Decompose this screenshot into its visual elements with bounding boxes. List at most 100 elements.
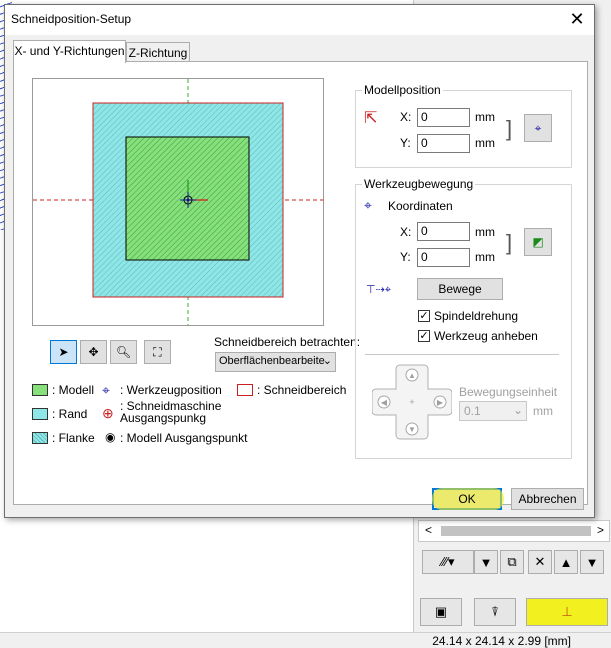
move-button[interactable]: Bewege: [417, 278, 503, 300]
filter-button[interactable]: ▼: [474, 550, 498, 574]
horizontal-scrollbar[interactable]: < >: [418, 520, 610, 542]
legend-tool-position-label: : Werkzeugposition: [120, 383, 222, 397]
view-area-select[interactable]: Oberflächenbearbeite ⌄: [215, 352, 336, 372]
spindle-rotation-label: Spindeldrehung: [434, 309, 519, 323]
tool-movement-label: Werkzeugbewegung: [362, 177, 476, 191]
set-tool-position-button[interactable]: ◩: [524, 228, 552, 256]
arrow-down-icon: ▼: [585, 554, 599, 570]
title-bar: Schneidposition-Setup ✕: [5, 5, 594, 35]
filter-icon: ▼: [479, 554, 493, 570]
zoom-icon: 🔍︎: [115, 345, 132, 359]
svg-text:▶: ▶: [437, 398, 444, 407]
tool-y-label: Y:: [400, 250, 411, 264]
cancel-button[interactable]: Abbrechen: [511, 488, 584, 510]
model-x-input[interactable]: 0: [417, 108, 470, 127]
tool-y-value: 0: [421, 250, 428, 264]
legend-model-swatch: [32, 384, 48, 396]
chevron-down-icon: ⌄: [322, 355, 332, 367]
copy-button[interactable]: ⧉: [500, 550, 524, 574]
coordinates-label: Koordinaten: [388, 199, 453, 213]
move-unit-mm: mm: [533, 404, 553, 418]
bracket-icon: ]: [506, 230, 513, 255]
tab-xy-directions[interactable]: X- und Y-Richtungen: [13, 40, 126, 63]
bracket-icon: ]: [506, 116, 513, 141]
scroll-thumb[interactable]: [441, 526, 591, 536]
view-area-value: Oberflächenbearbeite: [219, 355, 325, 367]
raise-tool-checkbox[interactable]: ✓: [418, 330, 430, 342]
legend-flank-swatch: [32, 432, 48, 444]
legend-cut-area-label: : Schneidbereich: [257, 383, 347, 397]
crosshair-arrow-icon: ⌖: [534, 120, 542, 135]
jog-direction-pad[interactable]: ▲ ▼ ◀ ▶ +: [372, 363, 452, 441]
hatch-tool-icon: ⁄⁄⁄▾: [441, 554, 455, 569]
model-y-label: Y:: [400, 136, 411, 150]
copy-icon: ⧉: [507, 554, 517, 569]
tool-y-input[interactable]: 0: [417, 248, 470, 267]
arrow-up-icon: ▲: [559, 554, 573, 570]
tool-search-button[interactable]: ⍒: [474, 598, 516, 626]
fit-icon: ⛶: [153, 344, 162, 359]
legend-flank-label: : Flanke: [52, 431, 95, 445]
tab-z-direction[interactable]: Z-Richtung: [126, 42, 190, 63]
tool-search-icon: ⍒: [491, 604, 499, 619]
tab-label: Z-Richtung: [128, 46, 188, 60]
cursor-icon: ➤: [58, 345, 69, 359]
scroll-left-icon[interactable]: <: [425, 523, 432, 537]
tool-x-label: X:: [400, 225, 412, 239]
legend-cut-area-swatch: [237, 384, 253, 396]
panel-button[interactable]: ▣: [420, 598, 462, 626]
move-unit-value: 0.1: [464, 404, 481, 418]
dialog-title: Schneidposition-Setup: [11, 12, 132, 26]
checkmark-icon: ✓: [419, 310, 429, 322]
view-area-label: Schneidbereich betrachten:: [214, 335, 361, 349]
pan-tool-button[interactable]: ✥: [80, 340, 107, 364]
zoom-tool-button[interactable]: 🔍︎: [110, 340, 137, 364]
legend-edge-swatch: [32, 408, 48, 420]
move-unit-label: Bewegungseinheit: [459, 385, 558, 399]
spindle-rotation-checkbox[interactable]: ✓: [418, 310, 430, 322]
ok-button[interactable]: OK: [432, 488, 504, 510]
move-down-button[interactable]: ▼: [580, 550, 604, 574]
legend-model-origin-label: : Modell Ausgangspunkt: [120, 431, 248, 445]
panel-icon: ▣: [434, 604, 448, 619]
model-y-input[interactable]: 0: [417, 134, 470, 153]
fit-view-button[interactable]: ⛶: [144, 340, 171, 364]
tab-label: X- und Y-Richtungen: [14, 44, 125, 58]
chevron-down-icon: ⌄: [512, 403, 523, 417]
set-model-position-button[interactable]: ⌖: [524, 114, 552, 142]
svg-text:▲: ▲: [408, 371, 416, 380]
cut-position-button[interactable]: ⊥: [526, 598, 608, 626]
cancel-label: Abbrechen: [518, 492, 577, 506]
model-position-label: Modellposition: [362, 83, 443, 97]
tool-position-icon: ⌖: [102, 382, 110, 398]
move-unit-select[interactable]: 0.1 ⌄: [459, 401, 527, 421]
delete-button[interactable]: ✕: [528, 550, 552, 574]
move-button-label: Bewege: [438, 282, 482, 296]
divider: [365, 354, 559, 355]
tool-x-input[interactable]: 0: [417, 222, 470, 241]
model-x-value: 0: [421, 110, 428, 124]
legend-machine-origin-label: : Schneidmaschine Ausgangspunkg: [120, 399, 222, 425]
cut-area-preview: [32, 78, 324, 326]
close-icon: ✕: [534, 554, 546, 569]
model-origin-axes-icon: ⇱: [364, 110, 378, 127]
legend-model-label: : Modell: [52, 383, 95, 397]
tab-panel: ➤ ✥ 🔍︎ ⛶ Schneidbereich betrachten: Ober…: [13, 61, 588, 505]
coordinates-icon: ⌖: [364, 197, 372, 213]
target-arrow-icon: ◩: [532, 235, 544, 249]
scroll-right-icon[interactable]: >: [597, 523, 604, 537]
status-bar: 24.14 x 24.14 x 2.99 [mm]: [0, 632, 611, 648]
svg-text:▼: ▼: [408, 425, 416, 434]
cutter-icon: ⊥: [561, 604, 573, 619]
close-button[interactable]: ✕: [565, 8, 589, 30]
select-tool-button[interactable]: ➤: [50, 340, 77, 364]
model-x-unit: mm: [475, 110, 495, 124]
checkmark-icon: ✓: [419, 330, 429, 342]
move-icon: ✥: [88, 345, 99, 359]
move-up-button[interactable]: ▲: [554, 550, 578, 574]
svg-text:◀: ◀: [381, 398, 388, 407]
raise-tool-label: Werkzeug anheben: [434, 329, 538, 343]
legend-edge-label: : Rand: [52, 407, 88, 421]
tool-x-value: 0: [421, 224, 428, 238]
hatch-tool-button[interactable]: ⁄⁄⁄▾: [422, 550, 474, 574]
